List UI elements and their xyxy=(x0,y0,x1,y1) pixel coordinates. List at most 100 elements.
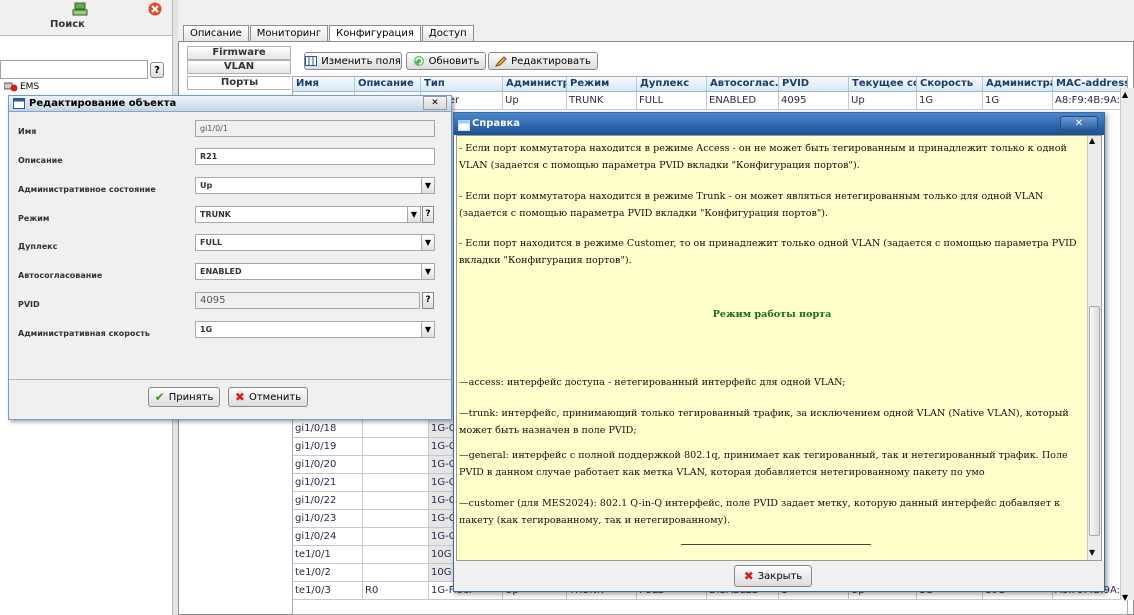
close-icon[interactable]: ✕ xyxy=(1060,116,1098,131)
table-cell xyxy=(363,456,429,474)
field-label-duplex: Дуплекс xyxy=(18,242,58,251)
scroll-down-icon[interactable]: ▼ xyxy=(1089,548,1095,557)
chevron-down-icon[interactable]: ▼ xyxy=(407,206,421,223)
column-header[interactable]: Описание xyxy=(355,77,421,92)
dialog-titlebar[interactable]: Справка ✕ xyxy=(454,113,1104,135)
search-input[interactable] xyxy=(0,60,148,79)
help-paragraph: - Если порт коммутатора находится в режи… xyxy=(459,191,1044,219)
window-icon xyxy=(13,98,25,109)
column-header[interactable]: Автосоглас... xyxy=(707,77,779,92)
table-cell: 1G xyxy=(983,92,1053,110)
window-icon xyxy=(458,118,470,131)
columns-icon xyxy=(305,56,318,66)
subtab-firmware[interactable]: Firmware xyxy=(187,46,291,60)
duplex-select[interactable]: FULL xyxy=(195,234,422,251)
help-dialog: Справка ✕ - Если порт коммутатора находи… xyxy=(453,112,1105,592)
device-warning-icon xyxy=(3,82,18,92)
column-header[interactable]: Скорость xyxy=(917,77,983,92)
chevron-down-icon[interactable]: ▼ xyxy=(421,177,435,194)
table-cell: gi1/0/18 xyxy=(293,420,363,438)
help-paragraph: —customer (для MES2024): 802.1 Q-in-Q ин… xyxy=(459,498,1061,526)
divider xyxy=(681,544,871,545)
column-header[interactable]: Имя xyxy=(293,77,355,92)
search-help-button[interactable]: ? xyxy=(150,62,164,78)
table-cell: R0 xyxy=(363,582,429,600)
network-add-icon[interactable] xyxy=(72,2,88,16)
edit-label: Редактировать xyxy=(511,55,591,67)
table-cell: TRUNK xyxy=(567,92,637,110)
help-paragraph: —trunk: интерфейс, принимающий только те… xyxy=(459,408,1069,436)
pvid-help-button[interactable]: ? xyxy=(422,292,434,309)
edit-button[interactable]: Редактировать xyxy=(488,52,598,70)
dialog-titlebar[interactable]: Редактирование объекта ✕ xyxy=(9,96,451,112)
table-cell: gi1/0/20 xyxy=(293,456,363,474)
table-cell: Up xyxy=(503,92,567,110)
chevron-down-icon[interactable]: ▼ xyxy=(421,234,435,251)
column-header[interactable]: Администра... xyxy=(503,77,567,92)
table-cell xyxy=(363,510,429,528)
table-cell: A8:F9:4B:9A:... xyxy=(1053,92,1127,110)
edit-fields-button[interactable]: Изменить поля xyxy=(304,52,402,70)
help-paragraph: - Если порт находится в режиме Customer,… xyxy=(459,238,1077,266)
chevron-down-icon[interactable]: ▼ xyxy=(421,321,435,338)
column-header[interactable]: MAC-address xyxy=(1053,77,1127,92)
subtab-vlan[interactable]: VLAN xyxy=(187,60,291,74)
field-label-autoneg: Автосогласование xyxy=(18,271,103,280)
table-cell xyxy=(363,546,429,564)
table-cell xyxy=(363,492,429,510)
column-header[interactable]: PVID xyxy=(779,77,849,92)
cancel-button[interactable]: ✖ Отменить xyxy=(228,387,308,407)
pencil-icon xyxy=(494,55,507,67)
scroll-thumb[interactable] xyxy=(1089,306,1100,536)
scroll-up-icon[interactable]: ▲ xyxy=(1122,90,1128,99)
refresh-label: Обновить xyxy=(428,55,480,67)
search-label: Поиск xyxy=(50,19,85,30)
apply-label: Принять xyxy=(168,391,214,403)
dialog-title: Редактирование объекта xyxy=(29,98,177,109)
field-label-description: Описание xyxy=(18,156,63,165)
table-cell xyxy=(363,528,429,546)
tab-monitoring[interactable]: Мониторинг xyxy=(249,25,329,42)
field-label-mode: Режим xyxy=(18,214,50,223)
left-panel-toolbar: Поиск xyxy=(0,0,172,36)
chevron-down-icon[interactable]: ▼ xyxy=(421,263,435,280)
table-cell xyxy=(363,474,429,492)
apply-button[interactable]: ✔ Принять xyxy=(148,387,220,407)
close-icon[interactable]: ✕ xyxy=(423,96,447,110)
checkmark-icon: ✔ xyxy=(154,390,165,404)
table-cell: 4095 xyxy=(779,92,849,110)
tab-description[interactable]: Описание xyxy=(183,25,249,42)
field-label-pvid: PVID xyxy=(18,300,40,309)
close-icon[interactable] xyxy=(148,2,162,16)
scroll-up-icon[interactable]: ▲ xyxy=(1089,136,1095,145)
help-content: - Если порт коммутатора находится в режи… xyxy=(456,135,1102,561)
table-cell: te1/0/2 xyxy=(293,564,363,582)
subtab-ports[interactable]: Порты xyxy=(187,76,291,90)
table-cell: gi1/0/22 xyxy=(293,492,363,510)
scroll-down-icon[interactable]: ▼ xyxy=(1122,593,1128,602)
mode-select[interactable]: TRUNK xyxy=(195,206,408,223)
column-header[interactable]: Режим xyxy=(567,77,637,92)
column-header[interactable]: Дуплекс xyxy=(637,77,707,92)
field-label-name: Имя xyxy=(18,127,37,136)
admin-speed-select[interactable]: 1G xyxy=(195,321,422,338)
column-header[interactable]: Текущее со... xyxy=(849,77,917,92)
description-field[interactable]: R21 xyxy=(195,148,435,165)
cross-icon: ✖ xyxy=(743,569,754,583)
admin-state-select[interactable]: Up xyxy=(195,177,422,194)
column-header[interactable]: Администра... xyxy=(983,77,1053,92)
autoneg-select[interactable]: ENABLED xyxy=(195,263,422,280)
table-cell: te1/0/3 xyxy=(293,582,363,600)
column-header[interactable]: Тип xyxy=(421,77,503,92)
main-tabs: Описание Мониторинг Конфигурация Доступ xyxy=(183,25,475,43)
table-cell: gi1/0/24 xyxy=(293,528,363,546)
tree-item-ems[interactable]: EMS xyxy=(3,82,39,92)
mode-help-button[interactable]: ? xyxy=(422,206,434,223)
help-scrollbar[interactable]: ▲ ▼ xyxy=(1087,136,1101,560)
table-scrollbar[interactable] xyxy=(1120,88,1134,600)
close-button[interactable]: ✖ Закрыть xyxy=(734,565,812,587)
tab-access[interactable]: Доступ xyxy=(421,25,474,42)
cancel-label: Отменить xyxy=(248,391,302,403)
refresh-button[interactable]: Обновить xyxy=(406,52,486,70)
close-label: Закрыть xyxy=(757,570,803,582)
